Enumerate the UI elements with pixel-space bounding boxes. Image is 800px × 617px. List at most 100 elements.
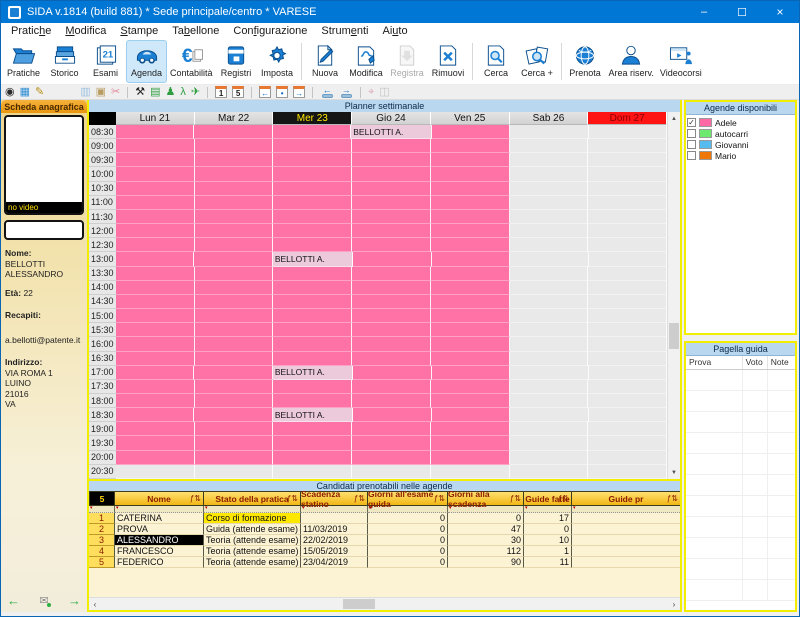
planner-cell[interactable] [116, 394, 195, 408]
scroll-thumb[interactable] [669, 323, 679, 349]
scroll-track[interactable] [668, 125, 680, 466]
planner-cell[interactable] [352, 451, 431, 465]
planner-cell[interactable] [116, 167, 195, 181]
planner-cell[interactable] [431, 210, 510, 224]
candidate-scadenza[interactable]: 22/02/2019 [301, 535, 368, 546]
planner-cell[interactable] [116, 309, 195, 323]
column-header-nome[interactable]: Nomeƒ⇅ [115, 491, 204, 506]
plane-icon[interactable]: ✈ [191, 86, 200, 99]
filter-sort-icon[interactable]: ƒ⇅ [510, 494, 521, 503]
planner-cell[interactable] [273, 436, 352, 450]
checkbox[interactable] [687, 151, 696, 160]
planner-cell[interactable] [194, 252, 272, 266]
planner-cell[interactable] [116, 224, 195, 238]
planner-cell[interactable] [510, 153, 589, 167]
candidate-scadenza[interactable] [301, 513, 368, 524]
candidate-stato[interactable]: Corso di formazione [204, 513, 301, 524]
candidate-row[interactable]: 4FRANCESCOTeoria (attende esame)15/05/20… [89, 546, 680, 557]
hscroll-thumb[interactable] [343, 599, 375, 609]
planner-cell[interactable] [588, 153, 667, 167]
planner-cell[interactable] [116, 238, 195, 252]
planner-cell[interactable] [431, 436, 510, 450]
esami-button[interactable]: 21Esami [85, 40, 126, 83]
planner-cell[interactable] [352, 465, 431, 479]
menu-item-aiuto[interactable]: Aiuto [375, 25, 414, 37]
planner-cell[interactable] [352, 309, 431, 323]
rimuovi-button[interactable]: Rimuovi [428, 40, 469, 83]
planner-cell[interactable] [510, 295, 589, 309]
filter-cell[interactable]: ▾ [204, 506, 301, 513]
candidate-row[interactable]: 1CATERINACorso di formazione0017 [89, 513, 680, 524]
candidate-giorni_scadenza[interactable]: 112 [448, 546, 524, 557]
candidate-giorni_esame[interactable]: 0 [368, 513, 448, 524]
planner-cell[interactable] [194, 408, 272, 422]
day-header-sab-26[interactable]: Sab 26 [510, 112, 589, 125]
filter-cell[interactable]: ▾ [524, 506, 572, 513]
planner-cell[interactable] [195, 196, 274, 210]
planner-cell[interactable] [588, 465, 667, 479]
planner-cell[interactable] [431, 380, 510, 394]
planner-cell[interactable] [589, 366, 667, 380]
planner-cell[interactable] [510, 323, 589, 337]
planner-cell[interactable] [352, 238, 431, 252]
planner-cell[interactable] [116, 465, 195, 479]
planner-cell[interactable] [352, 380, 431, 394]
candidate-guide_pr[interactable] [572, 557, 680, 568]
candidate-scadenza[interactable]: 15/05/2019 [301, 546, 368, 557]
candidate-nome[interactable]: FEDERICO [115, 557, 204, 568]
planner-cell[interactable] [195, 436, 274, 450]
planner-cell[interactable] [195, 465, 274, 479]
planner-cell[interactable] [510, 422, 589, 436]
candidate-scadenza[interactable]: 23/04/2019 [301, 557, 368, 568]
scroll-right-icon[interactable]: › [668, 598, 680, 610]
planner-cell[interactable] [195, 238, 274, 252]
planner-cell[interactable] [588, 323, 667, 337]
planner-cell[interactable] [588, 182, 667, 196]
planner-cell[interactable] [273, 196, 352, 210]
planner-cell[interactable] [116, 451, 195, 465]
walk-icon[interactable]: λ [180, 86, 186, 99]
registri-button[interactable]: Registri [216, 40, 257, 83]
planner-cell[interactable] [431, 295, 510, 309]
checkbox[interactable] [687, 129, 696, 138]
planner-cell[interactable] [273, 281, 352, 295]
planner-cell[interactable] [588, 224, 667, 238]
planner-cell[interactable] [116, 422, 195, 436]
planner-vertical-scrollbar[interactable]: ▲ ▼ [667, 112, 680, 479]
planner-cell[interactable] [273, 167, 352, 181]
planner-cell[interactable] [195, 337, 274, 351]
planner-cell[interactable] [116, 182, 195, 196]
planner-cell[interactable] [273, 451, 352, 465]
planner-cell[interactable] [352, 436, 431, 450]
car-next-icon[interactable]: → [339, 87, 353, 98]
calendar-today-icon[interactable]: • [276, 86, 288, 98]
planner-cell[interactable] [588, 451, 667, 465]
planner-cell[interactable] [116, 153, 195, 167]
filter-sort-icon[interactable]: ƒ⇅ [667, 494, 678, 503]
planner-cell[interactable] [195, 352, 274, 366]
planner-cell[interactable] [589, 252, 667, 266]
planner-cell[interactable] [588, 139, 667, 153]
preview-icon[interactable]: ◫ [379, 86, 389, 99]
planner-cell[interactable] [195, 167, 274, 181]
row-number[interactable]: 4 [89, 546, 115, 557]
image-icon[interactable]: ▦ [20, 86, 30, 99]
videocorsi-button[interactable]: Videocorsi [657, 40, 705, 83]
candidate-nome[interactable]: CATERINA [115, 513, 204, 524]
planner-cell[interactable] [510, 196, 589, 210]
planner-cell[interactable] [352, 167, 431, 181]
planner-cell[interactable] [510, 380, 589, 394]
planner-cell[interactable] [352, 196, 431, 210]
prenota-button[interactable]: Prenota [565, 40, 606, 83]
planner-cell[interactable] [510, 167, 589, 181]
planner-cell[interactable] [273, 224, 352, 238]
planner-cell[interactable] [589, 408, 667, 422]
menu-item-modifica[interactable]: Modifica [58, 25, 113, 37]
menu-item-pratiche[interactable]: Pratiche [4, 25, 58, 37]
storico-button[interactable]: Storico [44, 40, 85, 83]
column-header-stato-della-pratica[interactable]: Stato della praticaƒ⇅ [204, 491, 301, 506]
planner-cell[interactable] [195, 380, 274, 394]
planner-cell[interactable] [510, 125, 588, 139]
appointment[interactable]: BELLOTTI A. [273, 408, 353, 422]
day-header-gio-24[interactable]: Gio 24 [352, 112, 431, 125]
